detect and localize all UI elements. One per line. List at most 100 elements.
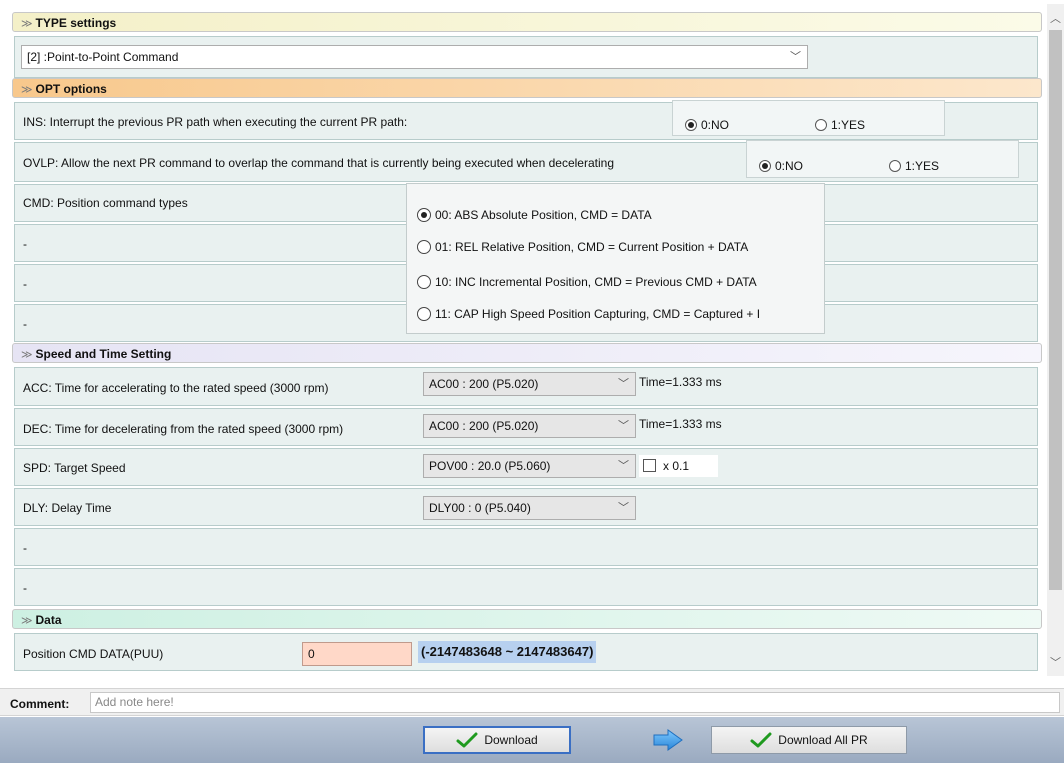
cmd-option-10[interactable]: 10: INC Incremental Position, CMD = Prev… [417, 275, 757, 289]
speed-time-title: Speed and Time Setting [35, 347, 172, 361]
ins-no-radio[interactable]: 0:NO [685, 118, 729, 132]
dec-row: DEC: Time for decelerating from the rate… [14, 408, 1038, 446]
acc-label: ACC: Time for accelerating to the rated … [23, 381, 329, 395]
ins-yes-radio[interactable]: 1:YES [815, 118, 865, 132]
collapse-chevron-icon: ≫ [21, 349, 33, 361]
opt-options-title: OPT options [35, 82, 107, 96]
ovlp-yes-label: 1:YES [905, 159, 940, 173]
settings-scroll-area[interactable]: ≫ TYPE settings [2] :Point-to-Point Comma… [0, 0, 1064, 680]
ovlp-no-label: 0:NO [775, 159, 804, 173]
cmd-option-01[interactable]: 01: REL Relative Position, CMD = Current… [417, 240, 748, 254]
spd-multiplier-label: x 0.1 [663, 459, 690, 473]
collapse-chevron-icon: ≫ [21, 84, 33, 96]
ovlp-label: OVLP: Allow the next PR command to overl… [23, 156, 614, 170]
data-title: Data [35, 613, 62, 627]
radio-unselected-icon [417, 240, 431, 254]
spd-multiplier-box: x 0.1 [639, 455, 718, 477]
acc-select[interactable]: AC00 : 200 (P5.020) ﹀ [423, 372, 636, 396]
type-settings-title: TYPE settings [35, 16, 117, 30]
position-data-input[interactable]: 0 [302, 642, 412, 666]
type-select[interactable]: [2] :Point-to-Point Command ﹀ [21, 45, 808, 69]
ins-radio-group: 0:NO 1:YES [672, 100, 945, 136]
scroll-up-icon[interactable]: ︿ [1047, 10, 1064, 26]
radio-selected-icon [417, 208, 431, 222]
blank-row: - [14, 528, 1038, 566]
data-label: Position CMD DATA(PUU) [23, 647, 164, 661]
acc-select-value: AC00 : 200 (P5.020) [429, 377, 539, 391]
radio-unselected-icon [889, 160, 901, 172]
spd-row: SPD: Target Speed POV00 : 20.0 (P5.060) … [14, 448, 1038, 486]
scroll-down-icon[interactable]: ﹀ [1047, 654, 1064, 670]
chevron-down-icon: ﹀ [618, 378, 629, 390]
radio-unselected-icon [815, 119, 827, 131]
cmd-label: CMD: Position command types [23, 196, 188, 210]
spd-select[interactable]: POV00 : 20.0 (P5.060) ﹀ [423, 454, 636, 478]
ins-no-label: 0:NO [701, 118, 730, 132]
collapse-chevron-icon: ≫ [21, 615, 33, 627]
download-all-pr-label: Download All PR [778, 733, 868, 747]
radio-selected-icon [685, 119, 697, 131]
ins-yes-label: 1:YES [831, 118, 866, 132]
type-settings-header[interactable]: ≫ TYPE settings [12, 12, 1042, 32]
radio-unselected-icon [417, 307, 431, 321]
scrollbar-thumb[interactable] [1049, 30, 1062, 590]
cmd-option-00[interactable]: 00: ABS Absolute Position, CMD = DATA [417, 208, 652, 222]
blank-row-label: - [23, 541, 27, 555]
type-select-value: [2] :Point-to-Point Command [27, 50, 179, 64]
radio-selected-icon [759, 160, 771, 172]
type-row: [2] :Point-to-Point Command ﹀ [14, 36, 1038, 78]
opt-options-header[interactable]: ≫ OPT options [12, 78, 1042, 98]
dec-label: DEC: Time for decelerating from the rate… [23, 422, 344, 436]
dly-label: DLY: Delay Time [23, 501, 112, 515]
download-button-label: Download [484, 733, 538, 747]
blank-row: - [14, 568, 1038, 606]
comment-bar: Comment: Add note here! [0, 688, 1064, 716]
collapse-chevron-icon: ≫ [21, 18, 33, 30]
cmd-options-panel: 00: ABS Absolute Position, CMD = DATA 01… [406, 183, 825, 334]
chevron-down-icon: ﹀ [618, 502, 629, 514]
vertical-scrollbar[interactable]: ︿ ﹀ [1047, 4, 1064, 676]
comment-label: Comment: [10, 697, 70, 711]
green-check-icon [750, 732, 772, 748]
blank-row-label: - [23, 581, 27, 595]
footer-toolbar: Download Download All PR [0, 717, 1064, 763]
speed-time-header[interactable]: ≫ Speed and Time Setting [12, 343, 1042, 363]
position-data-value: 0 [308, 647, 315, 661]
ovlp-no-radio[interactable]: 0:NO [759, 159, 803, 173]
dly-select[interactable]: DLY00 : 0 (P5.040) ﹀ [423, 496, 636, 520]
comment-input[interactable]: Add note here! [90, 692, 1060, 713]
cmd-option-label: 11: CAP High Speed Position Capturing, C… [435, 307, 761, 321]
cmd-option-label: 01: REL Relative Position, CMD = Current… [435, 240, 749, 254]
dec-select-value: AC00 : 200 (P5.020) [429, 419, 539, 433]
right-arrow-icon [653, 729, 683, 751]
acc-time: Time=1.333 ms [639, 375, 722, 389]
ovlp-yes-radio[interactable]: 1:YES [889, 159, 939, 173]
pr-editor-window: ≫ TYPE settings [2] :Point-to-Point Comma… [0, 0, 1064, 763]
download-button[interactable]: Download [423, 726, 571, 754]
acc-row: ACC: Time for accelerating to the rated … [14, 367, 1038, 406]
blank-row-label: - [23, 237, 27, 251]
ins-label: INS: Interrupt the previous PR path when… [23, 115, 408, 129]
download-all-pr-button[interactable]: Download All PR [711, 726, 907, 754]
spd-label: SPD: Target Speed [23, 461, 126, 475]
chevron-down-icon: ﹀ [790, 51, 801, 63]
ovlp-radio-group: 0:NO 1:YES [746, 140, 1019, 178]
dly-select-value: DLY00 : 0 (P5.040) [429, 501, 531, 515]
dly-row: DLY: Delay Time DLY00 : 0 (P5.040) ﹀ [14, 488, 1038, 526]
comment-placeholder: Add note here! [95, 695, 174, 709]
dec-time: Time=1.333 ms [639, 417, 722, 431]
cmd-option-label: 10: INC Incremental Position, CMD = Prev… [435, 275, 757, 289]
chevron-down-icon: ﹀ [618, 420, 629, 432]
green-check-icon [456, 732, 478, 748]
spd-multiplier-checkbox[interactable] [643, 459, 656, 472]
dec-select[interactable]: AC00 : 200 (P5.020) ﹀ [423, 414, 636, 438]
data-range-text: (-2147483648 ~ 2147483647) [418, 641, 597, 663]
spd-select-value: POV00 : 20.0 (P5.060) [429, 459, 551, 473]
data-header[interactable]: ≫ Data [12, 609, 1042, 629]
radio-unselected-icon [417, 275, 431, 289]
cmd-option-11[interactable]: 11: CAP High Speed Position Capturing, C… [417, 307, 760, 321]
cmd-option-label: 00: ABS Absolute Position, CMD = DATA [435, 208, 652, 222]
blank-row-label: - [23, 277, 27, 291]
chevron-down-icon: ﹀ [618, 460, 629, 472]
blank-row-label: - [23, 317, 27, 331]
